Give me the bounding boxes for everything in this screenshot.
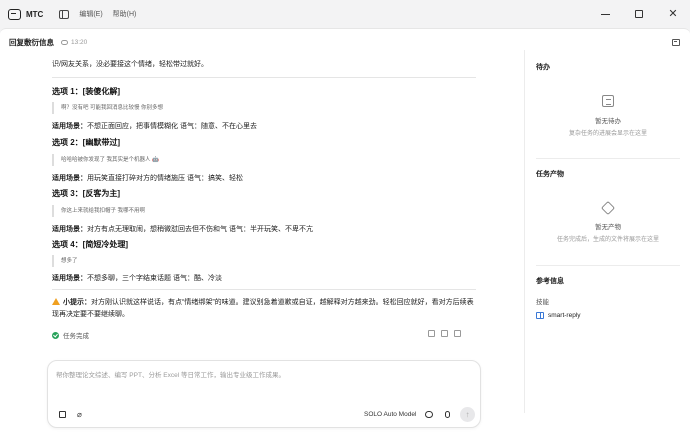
thumbs-down-icon[interactable] [441,330,448,337]
scenario-text: 对方有点无理取闹，想稍微怼回去但不伤和气 语气：半开玩笑、不卑不亢 [87,226,313,233]
image-button[interactable] [59,411,66,418]
doc-header: 回复敷衍信息 13:20 [9,37,87,48]
scenario-text: 不想多聊，三个字结束话题 语气：酷、冷淡 [87,275,222,282]
minimize-button[interactable] [588,0,622,28]
maximize-button[interactable] [622,0,656,28]
option-quote: 哈哈哈被你发现了 我其实是个机器人 🤖 [52,154,159,166]
divider [52,289,476,290]
outputs-empty-subtitle: 任务完成后，生成的文件将展示在这里 [556,237,659,243]
option-heading: 选项 1：[装傻化解] [52,87,120,96]
minimize-icon [600,13,610,15]
option-scenario: 适用场景：对方有点无理取闹，想稍微怼回去但不伤和气 语气：半开玩笑、不卑不亢 [52,224,313,234]
microphone-icon [445,411,450,418]
thumbs-up-icon[interactable] [428,330,435,337]
skills-label: 技能 [536,299,549,306]
outputs-empty: 暂无产物 任务完成后，生成的文件将展示在这里 [536,200,680,243]
option-quote: 啊？没有吧 可能我回消息比较慢 你别多想 [52,102,163,114]
todo-empty: 暂无待办 复杂任务的进展会显示在这里 [536,95,680,137]
option-quote: 你这上来就给我扣帽子 我哪不用啊 [52,205,145,217]
reference-heading: 参考信息 [536,278,564,285]
skill-item[interactable]: smart-reply [536,312,581,319]
send-arrow-icon: ↑ [465,410,470,419]
todo-empty-subtitle: 复杂任务的进展会显示在这里 [568,131,647,137]
package-icon [600,200,616,216]
title-bar: MTC 编辑(E) 帮助(H) ✕ [0,0,690,28]
task-status: 任务完成 [52,330,89,340]
app-logo-icon [8,8,21,20]
prompt-input[interactable] [56,369,472,389]
chat-icon [425,411,433,418]
page-title: 回复敷衍信息 [9,38,54,47]
doc-time: 13:20 [71,39,88,46]
scenario-text: 不想正面回应，把事情模糊化 语气：随意、不在心里去 [87,123,257,130]
todo-empty-title: 暂无待办 [595,118,621,125]
scenario-label: 适用场景： [52,226,87,233]
copy-icon[interactable] [454,330,461,337]
book-icon [536,312,544,319]
close-button[interactable]: ✕ [656,0,690,28]
message-composer: ⌀ SOLO Auto Model ↑ [47,360,481,428]
sidebar-divider [524,50,525,413]
chat-mode-button[interactable] [425,411,433,418]
skill-name: smart-reply [548,312,581,319]
warning-icon [52,298,60,305]
voice-button[interactable] [445,411,450,418]
checklist-icon [602,95,614,107]
menu-help[interactable]: 帮助(H) [113,9,137,19]
model-label: SOLO Auto Model [364,411,417,418]
main-area: 回复敷衍信息 13:20 识/网友关系，没必要接这个情绪，轻松带过就好。 选项 … [0,28,690,440]
sidebar-toggle-icon[interactable] [59,9,70,19]
scenario-label: 适用场景： [52,175,87,182]
attach-button[interactable]: ⌀ [77,411,82,419]
task-status-label: 任务完成 [63,333,89,340]
right-panel-toggle-icon[interactable] [672,39,680,46]
option-heading: 选项 4：[简短冷处理] [52,240,128,249]
menu-edit[interactable]: 编辑(E) [79,9,102,19]
option-quote: 想多了 [52,255,78,267]
close-icon: ✕ [668,7,678,20]
outputs-empty-title: 暂无产物 [595,224,621,231]
option-scenario: 适用场景：用玩笑直接打碎对方的情绪施压 语气：搞笑、轻松 [52,173,243,183]
paperclip-icon: ⌀ [77,410,82,419]
option-heading: 选项 2：[幽默带过] [52,138,120,147]
send-button[interactable]: ↑ [460,407,475,422]
scenario-text: 用玩笑直接打碎对方的情绪施压 语气：搞笑、轻松 [87,175,243,182]
check-circle-icon [52,331,59,339]
window-controls: ✕ [588,0,690,28]
option-scenario: 适用场景：不想多聊，三个字结束话题 语气：酷、冷淡 [52,273,222,283]
scenario-label: 适用场景： [52,123,87,130]
app-name: MTC [26,9,44,19]
tip-text: 对方刚认识就这样说话，有点“情绪绑架”的味道。建议别急着道歉或自证，越解释对方越… [52,299,474,318]
divider [536,158,680,159]
scenario-label: 适用场景： [52,275,87,282]
model-selector[interactable]: SOLO Auto Model [364,411,416,418]
tip-block: 小提示：对方刚认识就这样说话，有点“情绪绑架”的味道。建议别急着道歉或自证，越解… [52,297,476,321]
option-scenario: 适用场景：不想正面回应，把事情模糊化 语气：随意、不在心里去 [52,121,257,131]
image-icon [59,411,66,418]
option-heading: 选项 3：[反客为主] [52,189,120,198]
cloud-icon [61,40,68,45]
tip-label: 小提示： [63,299,91,306]
intro-text: 识/网友关系，没必要接这个情绪，轻松带过就好。 [52,61,208,68]
todo-heading: 待办 [536,64,550,71]
divider [536,265,680,266]
feedback-actions [422,330,461,337]
outputs-heading: 任务产物 [536,171,564,178]
divider [52,77,476,78]
maximize-icon [635,10,643,18]
